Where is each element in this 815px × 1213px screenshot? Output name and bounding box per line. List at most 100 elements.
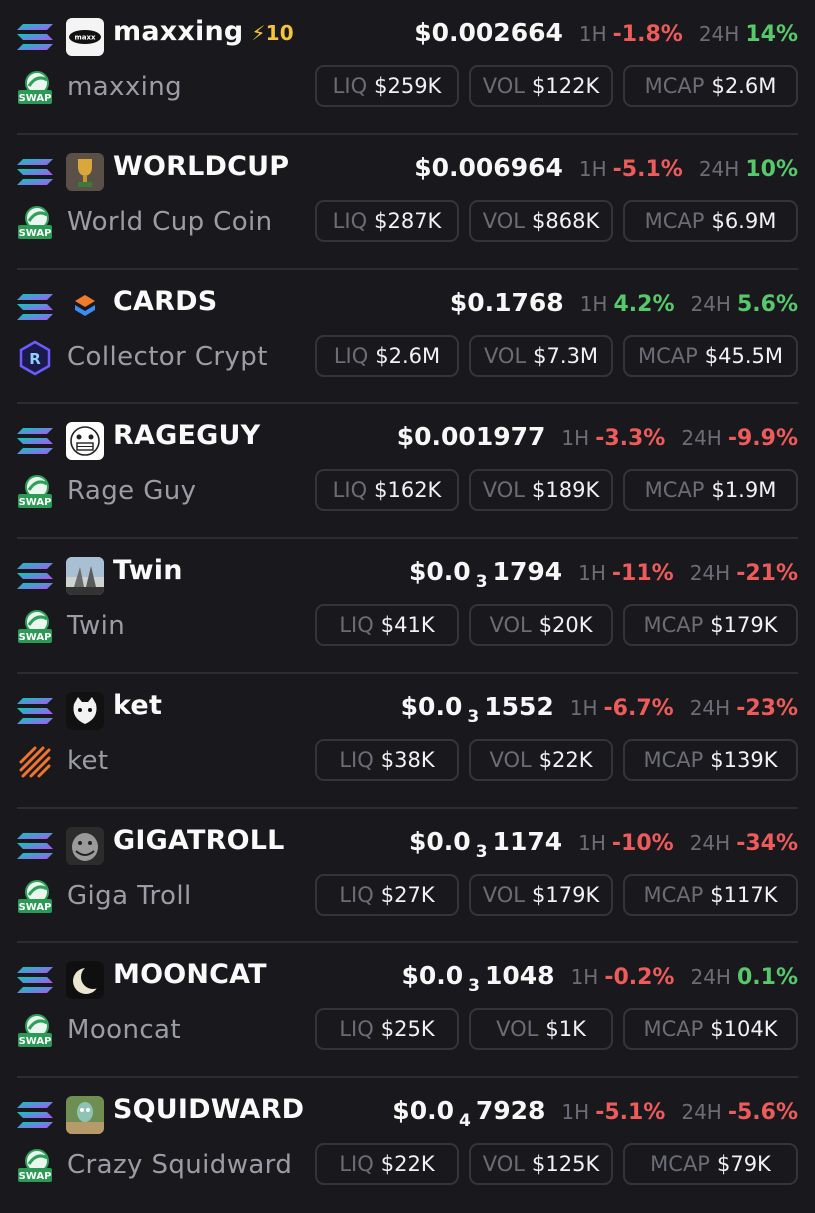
token-name: Collector Crypt [67,341,268,372]
change-24h-label: 24H [689,830,731,855]
token-name: ket [67,745,109,776]
change-1h-value: -6.7% [603,695,674,721]
token-price: $0.0 3 1048 [401,961,555,997]
vol-value: $1K [545,1017,586,1042]
token-row-worldcup[interactable]: WORLDCUP SWAP World Cup Coin $0.006964 1… [17,135,798,270]
change-24h-value: -21% [736,561,798,586]
solana-icon [17,426,53,456]
raydium-icon: R [17,340,53,376]
token-price: $0.006964 [414,152,563,182]
liquidity-box: LIQ $162K [315,469,459,512]
svg-text:SWAP: SWAP [19,902,52,913]
change-1h-value: -11% [611,561,674,586]
change-1h-label: 1H [561,1100,590,1124]
svg-text:SWAP: SWAP [19,632,52,643]
token-row-rageguy[interactable]: RAGEGUY SWAP Rage Guy $0.001977 1H -3.3%… [17,404,798,539]
mcap-value: $1.9M [711,478,777,503]
token-row-gigatroll[interactable]: GIGATROLL SWAP Giga Troll $0.0 3 1174 1H -… [17,809,798,944]
mcap-box: MCAP $179K [623,604,798,646]
boost-badge[interactable]: ⚡10 [251,21,293,45]
price-stats: $0.0 4 7928 1H -5.1% 24H -5.6% [392,1096,798,1131]
token-list: maxx maxxing ⚡10 SWAP maxxing $0.002664 1… [0,0,815,1213]
price-stats: $0.0 3 1552 1H -6.7% 24H -23% [400,691,798,727]
change-24h-label: 24H [689,695,731,720]
liq-label: LIQ [339,882,374,907]
change-24h-value: -34% [736,830,798,856]
token-name: Rage Guy [67,476,197,507]
mcap-box: MCAP $117K [623,873,798,916]
liq-value: $25K [380,1017,435,1042]
token-price: $0.0 3 1552 [400,691,554,727]
change-1h-label: 1H [561,426,590,451]
token-name: World Cup Coin [67,206,273,237]
vol-value: $125K [532,1152,600,1176]
change-1h-value: 4.2% [613,291,675,317]
mcap-box: MCAP $79K [623,1143,798,1185]
change-1h-value: -5.1% [595,1100,666,1125]
vol-label: VOL [482,1152,525,1176]
token-price: $0.0 4 7928 [392,1096,546,1131]
liq-label: LIQ [332,478,368,503]
vol-value: $7.3M [533,343,599,368]
volume-box: VOL $189K [469,469,613,512]
price-stats: $0.001977 1H -3.3% 24H -9.9% [397,422,798,456]
token-name: Mooncat [67,1015,181,1046]
token-row-maxxing[interactable]: maxx maxxing ⚡10 SWAP maxxing $0.002664 1… [17,0,798,135]
mcap-label: MCAP [643,1017,704,1042]
maxxing-logo-icon: maxx [66,18,104,56]
token-price: $0.001977 [396,422,546,452]
moon-icon [66,961,104,1000]
vol-label: VOL [489,747,532,772]
mcap-value: $139K [710,747,778,772]
token-row-cards[interactable]: CARDS R Collector Crypt $0.1768 1H 4.2% … [17,270,798,405]
change-24h-value: 0.1% [736,965,798,991]
mcap-box: MCAP $139K [623,738,798,781]
token-symbol: RAGEGUY [113,420,261,452]
change-24h-label: 24H [681,1100,722,1124]
solana-icon [17,292,53,322]
volume-box: VOL $125K [469,1143,613,1185]
liq-value: $2.6M [375,343,441,368]
token-row-ket[interactable]: ket ket $0.0 3 1552 1H -6.7% 24H -23% LIQ $… [17,674,798,809]
liquidity-box: LIQ $287K [315,199,459,242]
cat-icon [66,691,104,730]
svg-text:SWAP: SWAP [19,1171,52,1182]
token-name: Giga Troll [67,880,192,911]
price-stats: $0.0 3 1794 1H -11% 24H -21% [409,557,798,592]
liq-value: $22K [380,1152,435,1176]
change-24h-value: 5.6% [736,291,798,317]
solana-icon [17,561,53,591]
token-symbol: ket [113,689,163,721]
token-price: $0.1768 [449,287,564,317]
cards-icon [66,287,104,326]
liq-label: LIQ [333,343,369,368]
liquidity-box: LIQ $25K [315,1008,459,1051]
change-1h-label: 1H [579,291,608,316]
liq-value: $259K [374,74,442,98]
mcap-value: $79K [716,1152,771,1176]
liq-label: LIQ [332,208,368,233]
vol-label: VOL [482,74,525,98]
token-row-squidward[interactable]: SQUIDWARD SWAP Crazy Squidward $0.0 4 7928… [17,1078,798,1213]
mcap-value: $6.9M [711,208,777,233]
svg-text:SWAP: SWAP [19,1036,52,1047]
twin-image-icon [66,557,104,595]
change-1h-value: -5.1% [612,156,683,182]
vol-value: $868K [532,208,600,233]
liq-value: $287K [374,208,442,233]
liquidity-box: LIQ $41K [315,604,459,646]
swap-icon: SWAP [17,879,53,915]
token-row-mooncat[interactable]: MOONCAT SWAP Mooncat $0.0 3 1048 1H -0.2% … [17,943,798,1078]
price-stats: $0.0 3 1048 1H -0.2% 24H 0.1% [401,961,798,997]
volume-box: VOL $22K [469,738,613,781]
liq-label: LIQ [339,613,374,637]
swap-icon: SWAP [17,70,53,106]
svg-text:SWAP: SWAP [19,228,52,239]
change-1h-value: -3.3% [595,426,666,452]
token-price: $0.0 3 1794 [409,557,563,592]
volume-box: VOL $122K [469,65,613,107]
token-row-twin[interactable]: Twin SWAP Twin $0.0 3 1794 1H -11% 24H -21… [17,539,798,674]
solana-icon [17,965,53,995]
mcap-label: MCAP [644,74,705,98]
mcap-label: MCAP [643,882,704,907]
